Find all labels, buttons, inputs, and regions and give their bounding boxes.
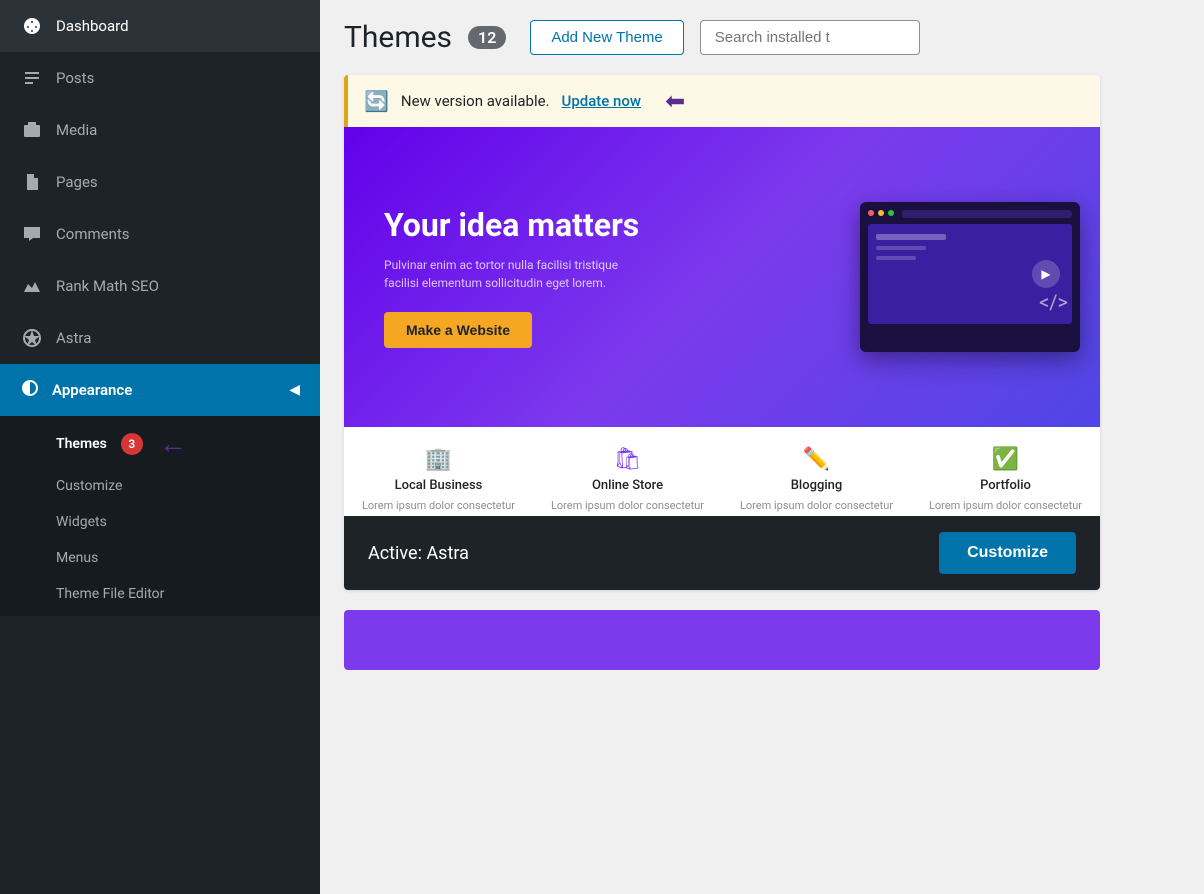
dashboard-icon: [20, 14, 44, 38]
theme-preview-headline: Your idea matters: [384, 206, 800, 244]
category-portfolio-label: Portfolio: [980, 478, 1031, 493]
active-theme-name: Astra: [426, 543, 468, 564]
mockup-dot-yellow: [878, 210, 884, 216]
category-blogging-desc: Lorem ipsum dolor consectetur: [736, 499, 897, 512]
code-icon: </>: [1039, 290, 1068, 314]
play-button-icon: ▶: [1032, 260, 1060, 288]
active-theme-info: Active: Astra: [368, 543, 469, 564]
portfolio-icon: ✅: [992, 447, 1019, 472]
page-title: Themes: [344, 20, 452, 55]
sidebar-item-posts-label: Posts: [56, 69, 94, 87]
astra-icon: [20, 326, 44, 350]
sidebar-theme-file-editor-label: Theme File Editor: [56, 586, 164, 602]
theme-preview: Your idea matters Pulvinar enim ac torto…: [344, 127, 1100, 427]
sidebar: Dashboard Posts Media Pages Comments Ran…: [0, 0, 320, 894]
sidebar-item-widgets[interactable]: Widgets: [0, 504, 320, 540]
sidebar-item-pages[interactable]: Pages: [0, 156, 320, 208]
mockup-line-3: [876, 256, 916, 260]
appearance-icon: [20, 378, 40, 402]
theme-preview-content: Your idea matters Pulvinar enim ac torto…: [344, 127, 840, 427]
sidebar-item-media[interactable]: Media: [0, 104, 320, 156]
category-portfolio: ✅ Portfolio Lorem ipsum dolor consectetu…: [911, 447, 1100, 512]
mockup-browser: ▶ </>: [860, 202, 1080, 352]
appearance-arrow-icon: ◀: [289, 382, 300, 398]
sidebar-item-astra-label: Astra: [56, 329, 91, 347]
category-portfolio-desc: Lorem ipsum dolor consectetur: [925, 499, 1086, 512]
sidebar-item-rank-math[interactable]: Rank Math SEO: [0, 260, 320, 312]
sidebar-item-media-label: Media: [56, 121, 97, 139]
mockup-urlbar: [902, 210, 1072, 218]
astra-theme-card: 🔄 New version available. Update now ⬅ Yo…: [344, 75, 1100, 590]
update-icon: 🔄: [364, 89, 389, 113]
mockup-dot-green: [888, 210, 894, 216]
page-header: Themes 12 Add New Theme: [344, 20, 1180, 55]
sidebar-item-themes[interactable]: Themes 3 ←: [0, 420, 320, 468]
mockup-line-2: [876, 246, 926, 250]
themes-badge: 3: [121, 433, 143, 455]
mockup-dot-red: [868, 210, 874, 216]
category-row: 🏢 Local Business Lorem ipsum dolor conse…: [344, 427, 1100, 516]
local-business-icon: 🏢: [425, 447, 452, 472]
sidebar-item-customize[interactable]: Customize: [0, 468, 320, 504]
sidebar-item-appearance-label: Appearance: [52, 381, 132, 399]
update-notice: 🔄 New version available. Update now ⬅: [344, 75, 1100, 127]
comments-icon: [20, 222, 44, 246]
category-blogging: ✏️ Blogging Lorem ipsum dolor consectetu…: [722, 447, 911, 512]
sidebar-item-theme-file-editor[interactable]: Theme File Editor: [0, 576, 320, 612]
blogging-icon: ✏️: [803, 447, 830, 472]
sidebar-item-dashboard[interactable]: Dashboard: [0, 0, 320, 52]
category-local-business-label: Local Business: [395, 478, 483, 493]
update-notice-text: New version available.: [401, 92, 550, 110]
category-online-store-desc: Lorem ipsum dolor consectetur: [547, 499, 708, 512]
add-new-theme-button[interactable]: Add New Theme: [530, 20, 683, 55]
pages-icon: [20, 170, 44, 194]
second-theme-card: [344, 610, 1100, 670]
appearance-submenu: Themes 3 ← Customize Widgets Menus Theme…: [0, 416, 320, 616]
mockup-line-1: [876, 234, 946, 240]
main-content: Themes 12 Add New Theme 🔄 New version av…: [320, 0, 1204, 894]
theme-preview-mockup: ▶ </>: [840, 127, 1100, 427]
category-online-store: 🛍 Online Store Lorem ipsum dolor consect…: [533, 447, 722, 512]
sidebar-item-astra[interactable]: Astra: [0, 312, 320, 364]
sidebar-themes-label: Themes: [56, 436, 107, 452]
category-local-business: 🏢 Local Business Lorem ipsum dolor conse…: [344, 447, 533, 512]
sidebar-item-posts[interactable]: Posts: [0, 52, 320, 104]
mockup-content: ▶ </>: [868, 224, 1072, 324]
make-website-button[interactable]: Make a Website: [384, 312, 532, 348]
category-local-business-desc: Lorem ipsum dolor consectetur: [358, 499, 519, 512]
sidebar-customize-label: Customize: [56, 478, 122, 494]
themes-count-badge: 12: [468, 26, 506, 49]
sidebar-item-comments[interactable]: Comments: [0, 208, 320, 260]
media-icon: [20, 118, 44, 142]
category-blogging-label: Blogging: [791, 478, 843, 493]
sidebar-item-rank-math-label: Rank Math SEO: [56, 277, 159, 295]
sidebar-menus-label: Menus: [56, 550, 98, 566]
sidebar-item-dashboard-label: Dashboard: [56, 17, 129, 35]
update-arrow-icon: ⬅: [665, 87, 685, 115]
sidebar-item-pages-label: Pages: [56, 173, 98, 191]
sidebar-item-appearance[interactable]: Appearance ◀: [0, 364, 320, 416]
posts-icon: [20, 66, 44, 90]
themes-arrow-icon: ←: [159, 430, 187, 458]
active-theme-bar: Active: Astra Customize: [344, 516, 1100, 590]
online-store-icon: 🛍: [614, 447, 642, 472]
search-input[interactable]: [700, 20, 920, 55]
theme-preview-subtext: Pulvinar enim ac tortor nulla facilisi t…: [384, 256, 624, 292]
sidebar-item-menus[interactable]: Menus: [0, 540, 320, 576]
category-online-store-label: Online Store: [592, 478, 663, 493]
sidebar-item-comments-label: Comments: [56, 225, 130, 243]
sidebar-widgets-label: Widgets: [56, 514, 107, 530]
mockup-topbar: [868, 210, 1072, 218]
active-theme-label: Active: Astra: [368, 543, 469, 564]
update-now-link[interactable]: Update now: [562, 92, 642, 110]
customize-button[interactable]: Customize: [939, 532, 1076, 574]
rank-math-icon: [20, 274, 44, 298]
active-label-text: Active:: [368, 543, 422, 564]
